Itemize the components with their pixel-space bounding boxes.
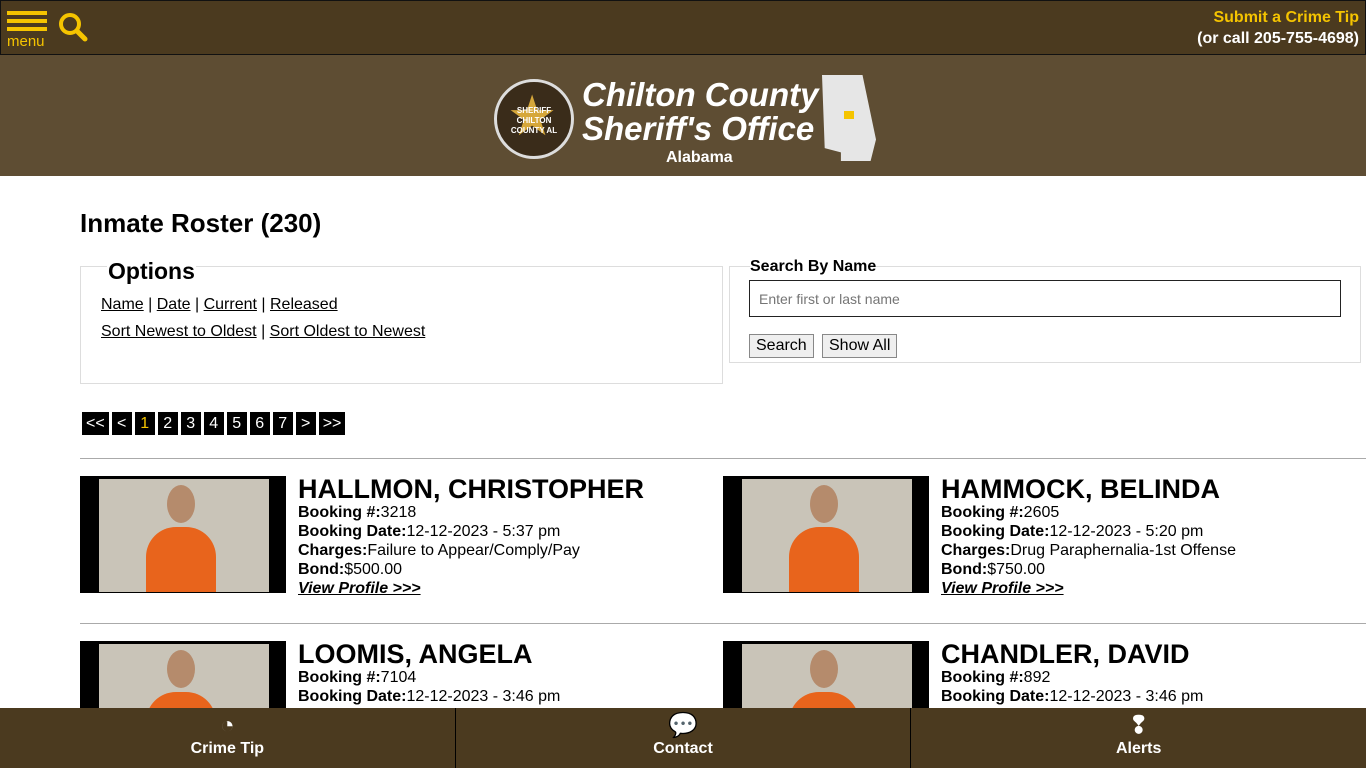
page-4-button[interactable]: 4 bbox=[203, 412, 224, 435]
badge-text: SHERIFF CHILTON COUNTY AL bbox=[510, 106, 558, 135]
sort-date-link[interactable]: Date bbox=[157, 296, 191, 313]
inmate-card: HALLMON, CHRISTOPHER Booking #:3218 Bookin… bbox=[80, 474, 680, 606]
sort-name-link[interactable]: Name bbox=[101, 296, 144, 313]
inmate-name[interactable]: LOOMIS, ANGELA bbox=[298, 639, 533, 670]
sort-links: Name | Date | Current | Released bbox=[101, 296, 338, 313]
mugshot-photo[interactable] bbox=[723, 476, 929, 593]
inmate-card: HAMMOCK, BELINDA Booking #:2605 Booking Da… bbox=[723, 474, 1323, 606]
menu-label: menu bbox=[7, 33, 45, 50]
inmate-booking-date: Booking Date:12-12-2023 - 5:20 pm bbox=[941, 523, 1204, 540]
crime-tip-phone: (or call 205-755-4698) bbox=[1197, 30, 1359, 47]
inmate-booking-date: Booking Date:12-12-2023 - 5:37 pm bbox=[298, 523, 561, 540]
inmate-charges: Charges:Failure to Appear/Comply/Pay bbox=[298, 542, 580, 559]
inmate-charges: Charges:Drug Paraphernalia-1st Offense bbox=[941, 542, 1236, 559]
inmate-bond: Bond:$500.00 bbox=[298, 561, 403, 578]
name-search-input[interactable] bbox=[749, 280, 1341, 317]
crime-tip-link[interactable]: Submit a Crime Tip (or call 205-755-4698… bbox=[1197, 7, 1359, 49]
inmate-booking-no: Booking #:3218 bbox=[298, 504, 417, 521]
sort-newest-link[interactable]: Sort Newest to Oldest bbox=[101, 323, 257, 340]
search-panel: Search By Name Search Show All bbox=[729, 258, 1361, 363]
chat-bubbles-icon: 💬 bbox=[668, 712, 698, 739]
footer-crime-tip[interactable]: ◔ Crime Tip bbox=[0, 708, 456, 768]
page-title: Inmate Roster (230) bbox=[80, 208, 322, 238]
inmate-name[interactable]: HALLMON, CHRISTOPHER bbox=[298, 474, 644, 505]
view-profile-link[interactable]: View Profile >>> bbox=[941, 580, 1064, 597]
show-all-button[interactable]: Show All bbox=[822, 334, 898, 358]
last-page-button[interactable]: >> bbox=[318, 412, 346, 435]
inmate-name[interactable]: HAMMOCK, BELINDA bbox=[941, 474, 1220, 505]
mugshot-photo[interactable] bbox=[80, 476, 286, 593]
inmate-booking-no: Booking #:7104 bbox=[298, 669, 417, 686]
sheriff-badge-logo[interactable]: ★ SHERIFF CHILTON COUNTY AL bbox=[494, 79, 574, 159]
first-page-button[interactable]: << bbox=[82, 412, 109, 435]
inmate-booking-date: Booking Date:12-12-2023 - 3:46 pm bbox=[941, 688, 1204, 705]
filter-released-link[interactable]: Released bbox=[270, 296, 338, 313]
top-bar: menu Submit a Crime Tip (or call 205-755… bbox=[0, 0, 1366, 55]
page-7-button[interactable]: 7 bbox=[272, 412, 293, 435]
site-subtitle: Alabama bbox=[666, 149, 733, 166]
inmate-booking-no: Booking #:2605 bbox=[941, 504, 1060, 521]
search-legend: Search By Name bbox=[750, 258, 877, 276]
menu-button[interactable]: menu bbox=[7, 11, 47, 49]
page-2-button[interactable]: 2 bbox=[157, 412, 178, 435]
eye-icon: ◔ bbox=[220, 712, 235, 739]
sort-oldest-link[interactable]: Sort Oldest to Newest bbox=[270, 323, 426, 340]
alert-bubble-icon: ❢ bbox=[1128, 712, 1149, 739]
page-3-button[interactable]: 3 bbox=[180, 412, 201, 435]
filter-current-link[interactable]: Current bbox=[204, 296, 257, 313]
footer-contact[interactable]: 💬 Contact bbox=[456, 708, 912, 768]
view-profile-link[interactable]: View Profile >>> bbox=[298, 580, 421, 597]
inmate-bond: Bond:$750.00 bbox=[941, 561, 1046, 578]
order-links: Sort Newest to Oldest | Sort Oldest to N… bbox=[101, 323, 426, 340]
hamburger-icon bbox=[7, 11, 47, 15]
inmate-name[interactable]: CHANDLER, DAVID bbox=[941, 639, 1190, 670]
pagination: << < 1 2 3 4 5 6 7 > >> bbox=[82, 412, 346, 435]
divider bbox=[80, 623, 1366, 624]
options-legend: Options bbox=[107, 258, 196, 285]
inmate-booking-no: Booking #:892 bbox=[941, 669, 1051, 686]
inmate-booking-date: Booking Date:12-12-2023 - 3:46 pm bbox=[298, 688, 561, 705]
next-page-button[interactable]: > bbox=[295, 412, 316, 435]
bottom-nav: ◔ Crime Tip 💬 Contact ❢ Alerts bbox=[0, 708, 1366, 768]
search-icon[interactable] bbox=[57, 11, 89, 43]
prev-page-button[interactable]: < bbox=[111, 412, 132, 435]
crime-tip-label[interactable]: Submit a Crime Tip bbox=[1197, 7, 1359, 28]
page-1-button[interactable]: 1 bbox=[134, 412, 155, 435]
footer-alerts[interactable]: ❢ Alerts bbox=[911, 708, 1366, 768]
divider bbox=[80, 458, 1366, 459]
page-5-button[interactable]: 5 bbox=[226, 412, 247, 435]
site-title[interactable]: Chilton County Sheriff's Office bbox=[582, 78, 818, 146]
search-button[interactable]: Search bbox=[749, 334, 814, 358]
options-panel: Options Name | Date | Current | Released… bbox=[80, 258, 723, 384]
page-6-button[interactable]: 6 bbox=[249, 412, 270, 435]
